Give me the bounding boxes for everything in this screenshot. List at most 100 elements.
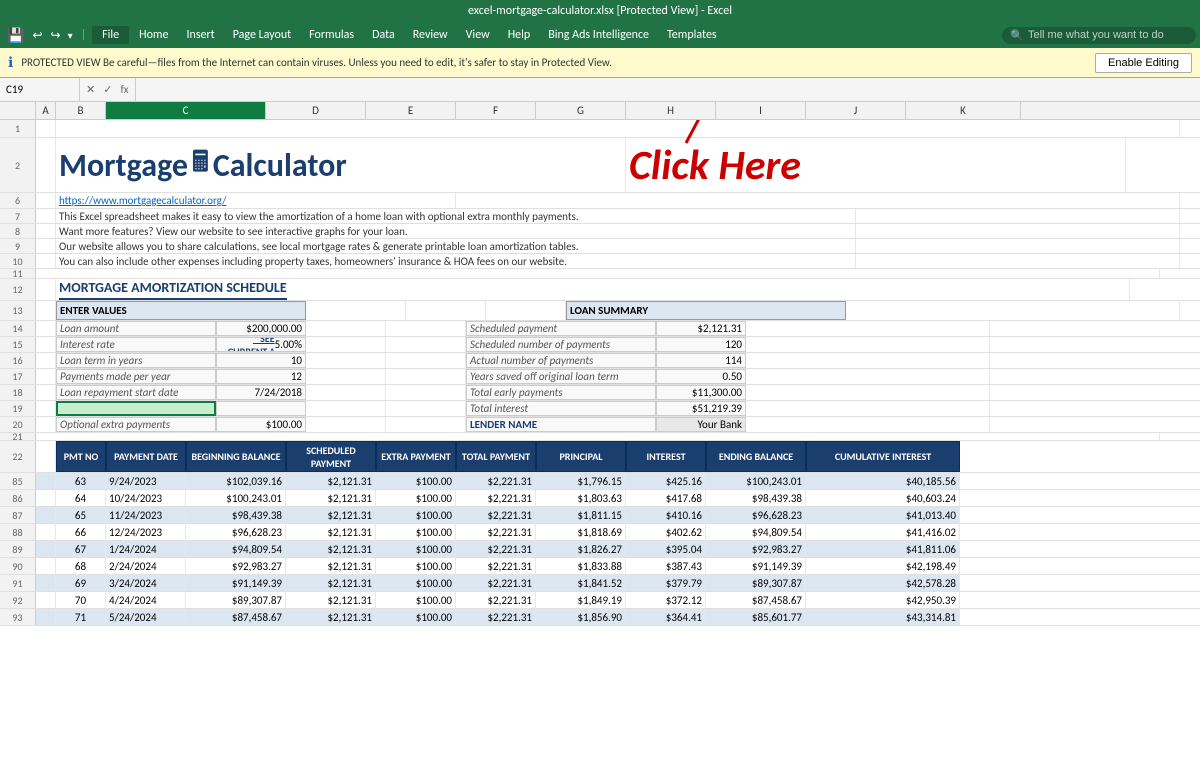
cell-a14[interactable] <box>36 321 56 336</box>
see-current-link[interactable]: * SEE CURRENT * <box>220 337 275 352</box>
menu-page-layout[interactable]: Page Layout <box>225 26 299 44</box>
cell-rest-15[interactable] <box>746 337 990 352</box>
cell-rest-7[interactable] <box>856 209 1180 223</box>
insert-function-icon[interactable]: fx <box>118 83 130 96</box>
menu-help[interactable]: Help <box>500 26 539 44</box>
cell-c19-selected[interactable] <box>56 401 216 416</box>
col-header-h[interactable]: H <box>626 102 716 119</box>
cell-e19[interactable] <box>306 401 386 416</box>
col-header-d[interactable]: D <box>266 102 366 119</box>
cell-e13[interactable] <box>406 301 486 320</box>
menu-insert[interactable]: Insert <box>179 26 223 44</box>
cell-f17[interactable] <box>386 369 466 384</box>
cell-f13[interactable] <box>486 301 566 320</box>
cell-d19[interactable] <box>216 401 306 416</box>
col-header-a[interactable]: A <box>36 102 56 119</box>
cell-rest-19[interactable] <box>746 401 990 416</box>
cell-a-90[interactable] <box>36 558 56 574</box>
col-header-e[interactable]: E <box>366 102 456 119</box>
col-header-i[interactable]: I <box>716 102 806 119</box>
cell-a-88[interactable] <box>36 524 56 540</box>
cell-empty-11[interactable] <box>36 269 1160 278</box>
cell-a17[interactable] <box>36 369 56 384</box>
cell-a-86[interactable] <box>36 490 56 506</box>
ls-lender-value[interactable]: Your Bank <box>656 417 746 432</box>
cell-b1-wide[interactable] <box>56 120 1180 137</box>
cell-link[interactable]: https://www.mortgagecalculator.org/ <box>56 193 456 208</box>
cancel-formula-icon[interactable]: ✕ <box>84 83 97 96</box>
col-header-f[interactable]: F <box>456 102 536 119</box>
cell-a-87[interactable] <box>36 507 56 523</box>
cell-e18[interactable] <box>306 385 386 400</box>
ev-row-interest[interactable]: * SEE CURRENT * 5.00% <box>216 337 306 352</box>
menu-formulas[interactable]: Formulas <box>301 26 362 44</box>
col-header-j[interactable]: J <box>806 102 906 119</box>
col-header-b[interactable]: B <box>56 102 106 119</box>
cell-a2[interactable] <box>36 138 56 192</box>
menu-data[interactable]: Data <box>364 26 403 44</box>
cell-a19[interactable] <box>36 401 56 416</box>
menu-file[interactable]: File <box>92 26 129 44</box>
cell-a9[interactable] <box>36 239 56 253</box>
cell-a-89[interactable] <box>36 541 56 557</box>
website-link[interactable]: https://www.mortgagecalculator.org/ <box>59 194 226 207</box>
cell-a18[interactable] <box>36 385 56 400</box>
cell-f15[interactable] <box>386 337 466 352</box>
search-box[interactable]: 🔍 <box>1002 27 1196 44</box>
undo-icon[interactable]: ↩ <box>29 28 45 43</box>
ev-value-start-date[interactable]: 7/24/2018 <box>216 385 306 400</box>
cell-rest-9[interactable] <box>856 239 1180 253</box>
cell-gap-13[interactable] <box>306 301 406 320</box>
col-header-g[interactable]: G <box>536 102 626 119</box>
cell-f16[interactable] <box>386 353 466 368</box>
menu-templates[interactable]: Templates <box>659 26 725 44</box>
cell-f19[interactable] <box>386 401 466 416</box>
cell-a10[interactable] <box>36 254 56 268</box>
cell-a22[interactable] <box>36 441 56 472</box>
cell-rest-8[interactable] <box>856 224 1180 238</box>
cell-a7[interactable] <box>36 209 56 223</box>
cell-f20[interactable] <box>386 417 466 432</box>
enable-editing-button[interactable]: Enable Editing <box>1095 53 1192 73</box>
ev-value-loan-amount[interactable]: $200,000.00 <box>216 321 306 336</box>
ev-value-extra[interactable]: $100.00 <box>216 417 306 432</box>
confirm-formula-icon[interactable]: ✓ <box>101 83 114 96</box>
ev-value-loan-term[interactable]: 10 <box>216 353 306 368</box>
cell-rest-18[interactable] <box>746 385 990 400</box>
cell-a-91[interactable] <box>36 575 56 591</box>
cell-a13[interactable] <box>36 301 56 320</box>
cell-rest-20[interactable] <box>746 417 990 432</box>
cell-rest-16[interactable] <box>746 353 990 368</box>
cell-a-93[interactable] <box>36 609 56 625</box>
col-header-k[interactable]: K <box>906 102 1021 119</box>
col-header-c[interactable]: C <box>106 102 266 119</box>
cell-a-85[interactable] <box>36 473 56 489</box>
menu-home[interactable]: Home <box>131 26 176 44</box>
cell-a6[interactable] <box>36 193 56 208</box>
ev-value-pay-per-year[interactable]: 12 <box>216 369 306 384</box>
cell-a15[interactable] <box>36 337 56 352</box>
menu-bing-ads[interactable]: Bing Ads Intelligence <box>540 26 657 44</box>
cell-a16[interactable] <box>36 353 56 368</box>
save-icon[interactable]: 💾 <box>4 27 27 44</box>
cell-f18[interactable] <box>386 385 466 400</box>
customize-icon[interactable]: ▾ <box>66 29 75 42</box>
cell-rest-6[interactable] <box>456 193 1180 208</box>
cell-a8[interactable] <box>36 224 56 238</box>
cell-e15[interactable] <box>306 337 386 352</box>
cell-a12[interactable] <box>36 279 56 300</box>
cell-a20[interactable] <box>36 417 56 432</box>
cell-e17[interactable] <box>306 369 386 384</box>
cell-e14[interactable] <box>306 321 386 336</box>
cell-f14[interactable] <box>386 321 466 336</box>
redo-icon[interactable]: ↪ <box>48 28 64 43</box>
cell-e20[interactable] <box>306 417 386 432</box>
cell-empty-21[interactable] <box>36 433 1160 440</box>
cell-rest-14[interactable] <box>746 321 990 336</box>
cell-a-92[interactable] <box>36 592 56 608</box>
cell-a1[interactable] <box>36 120 56 137</box>
cell-rest-17[interactable] <box>746 369 990 384</box>
menu-view[interactable]: View <box>458 26 498 44</box>
cell-rest-10[interactable] <box>856 254 1180 268</box>
search-input[interactable] <box>1028 29 1188 41</box>
